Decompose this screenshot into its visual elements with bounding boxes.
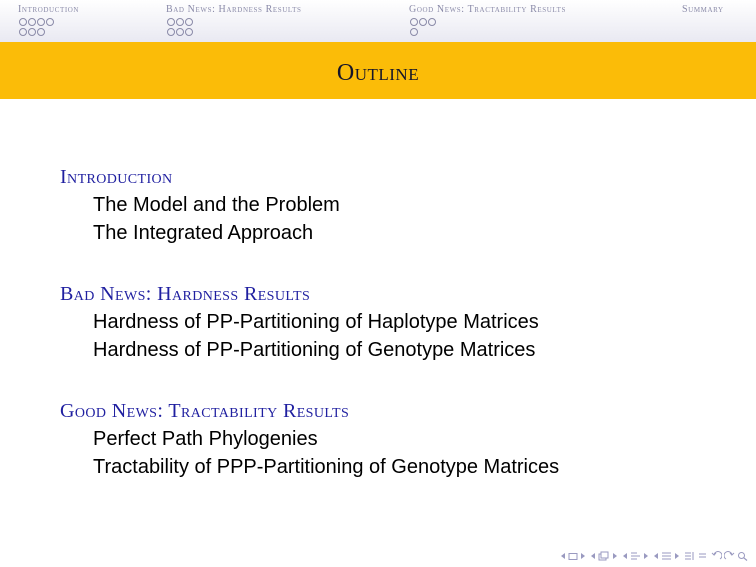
nav-section-label[interactable]: Summary — [682, 4, 724, 16]
nav-subsection-icon[interactable] — [630, 551, 641, 561]
nav-document-icon[interactable] — [698, 551, 707, 561]
nav-section-introduction[interactable]: Introduction — [18, 4, 79, 37]
outline-section-heading[interactable]: Introduction — [60, 163, 559, 191]
frame-dot[interactable] — [410, 28, 418, 36]
nav-section-summary[interactable]: Summary — [682, 4, 724, 16]
outline-subsection-item[interactable]: The Integrated Approach — [93, 219, 559, 247]
nav-next-frame-icon[interactable] — [612, 552, 618, 560]
nav-search-icon[interactable] — [737, 551, 748, 561]
section-navigation-bar: Introduction Bad News: Hardness Results … — [0, 0, 756, 42]
frame-dot[interactable] — [185, 18, 193, 26]
frame-dot[interactable] — [410, 18, 418, 26]
slide-nav-group — [560, 552, 586, 561]
document-nav-group — [684, 551, 707, 561]
nav-dots-row — [19, 18, 79, 27]
outline-subsection-item[interactable]: Perfect Path Phylogenies — [93, 425, 559, 453]
frame-title: Outline — [336, 60, 420, 86]
nav-prev-subsection-icon[interactable] — [622, 552, 628, 560]
frame-dot[interactable] — [28, 18, 36, 26]
frame-dot[interactable] — [176, 28, 184, 36]
nav-prev-frame-icon[interactable] — [590, 552, 596, 560]
outline-section-heading[interactable]: Good News: Tractability Results — [60, 397, 559, 425]
frame-dot[interactable] — [167, 28, 175, 36]
nav-forward-icon[interactable] — [724, 551, 735, 561]
nav-section-bad-news[interactable]: Bad News: Hardness Results — [166, 4, 301, 37]
outline-subsection-item[interactable]: Tractability of PPP-Partitioning of Geno… — [93, 453, 559, 481]
nav-prev-slide-icon[interactable] — [560, 552, 566, 560]
outline-section-block: Introduction The Model and the Problem T… — [60, 163, 559, 247]
nav-section-good-news[interactable]: Good News: Tractability Results — [409, 4, 566, 37]
beamer-navigation-symbols — [560, 551, 748, 561]
nav-section-label[interactable]: Good News: Tractability Results — [409, 4, 566, 16]
frame-dot[interactable] — [19, 28, 27, 36]
outline-section-heading[interactable]: Bad News: Hardness Results — [60, 280, 559, 308]
nav-next-subsection-icon[interactable] — [643, 552, 649, 560]
nav-slide-icon[interactable] — [568, 552, 578, 561]
outline-subsection-item[interactable]: Hardness of PP-Partitioning of Genotype … — [93, 336, 559, 364]
subsection-nav-group — [622, 551, 649, 561]
frame-nav-group — [590, 551, 618, 561]
outline-section-block: Bad News: Hardness Results Hardness of P… — [60, 280, 559, 364]
nav-back-icon[interactable] — [711, 551, 722, 561]
frame-dot[interactable] — [167, 18, 175, 26]
nav-dots-row — [167, 28, 301, 37]
section-nav-group — [653, 551, 680, 561]
frame-dot[interactable] — [428, 18, 436, 26]
outline-subsection-item[interactable]: The Model and the Problem — [93, 191, 559, 219]
nav-dots-row — [167, 18, 301, 27]
nav-next-slide-icon[interactable] — [580, 552, 586, 560]
nav-dots-row — [410, 28, 566, 37]
frame-dot[interactable] — [37, 18, 45, 26]
frame-dot[interactable] — [419, 18, 427, 26]
frame-dot[interactable] — [185, 28, 193, 36]
nav-dots-row — [19, 28, 79, 37]
frame-dot[interactable] — [37, 28, 45, 36]
outline-subsection-item[interactable]: Hardness of PP-Partitioning of Haplotype… — [93, 308, 559, 336]
nav-frame-icon[interactable] — [598, 551, 610, 561]
nav-section-label[interactable]: Bad News: Hardness Results — [166, 4, 301, 16]
frame-dot[interactable] — [46, 18, 54, 26]
frame-dot[interactable] — [28, 28, 36, 36]
nav-prev-section-icon[interactable] — [653, 552, 659, 560]
outline-section-block: Good News: Tractability Results Perfect … — [60, 397, 559, 481]
nav-dots-row — [410, 18, 566, 27]
nav-section-label[interactable]: Introduction — [18, 4, 79, 16]
history-nav-group — [711, 551, 748, 561]
frame-dot[interactable] — [176, 18, 184, 26]
frame-dot[interactable] — [19, 18, 27, 26]
nav-section-end-icon[interactable] — [684, 551, 696, 561]
nav-section-icon[interactable] — [661, 551, 672, 561]
frame-title-band: Outline — [0, 42, 756, 99]
outline-list: Introduction The Model and the Problem T… — [60, 163, 559, 514]
nav-next-section-icon[interactable] — [674, 552, 680, 560]
